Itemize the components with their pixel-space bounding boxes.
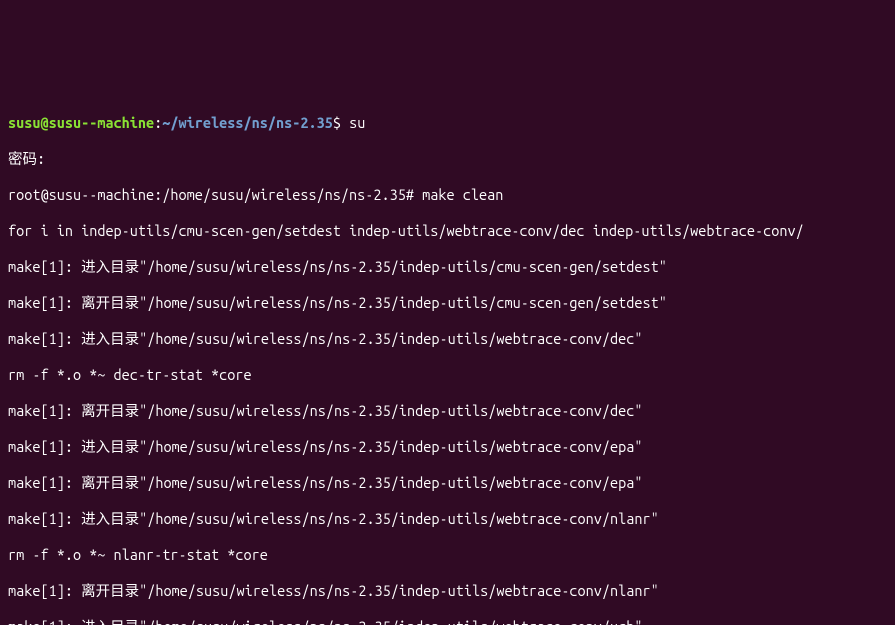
output-line: make[1]: 离开目录"/home/susu/wireless/ns/ns-… [8,402,887,420]
terminal[interactable]: susu@susu--machine:~/wireless/ns/ns-2.35… [0,90,895,625]
output-line: make[1]: 离开目录"/home/susu/wireless/ns/ns-… [8,294,887,312]
output-line: make[1]: 进入目录"/home/susu/wireless/ns/ns-… [8,258,887,276]
output-line: 密码: [8,150,887,168]
output-line: make[1]: 离开目录"/home/susu/wireless/ns/ns-… [8,474,887,492]
output-line: make[1]: 进入目录"/home/susu/wireless/ns/ns-… [8,618,887,625]
output-line: root@susu--machine:/home/susu/wireless/n… [8,186,887,204]
output-line: make[1]: 离开目录"/home/susu/wireless/ns/ns-… [8,582,887,600]
output-line: make[1]: 进入目录"/home/susu/wireless/ns/ns-… [8,438,887,456]
output-line: rm -f *.o *~ dec-tr-stat *core [8,366,887,384]
prompt-cwd: ~/wireless/ns/ns-2.35 [162,114,333,131]
prompt-user-host: susu@susu--machine [8,114,154,131]
prompt-line: susu@susu--machine:~/wireless/ns/ns-2.35… [8,114,887,132]
output-line: make[1]: 进入目录"/home/susu/wireless/ns/ns-… [8,510,887,528]
output-line: make[1]: 进入目录"/home/susu/wireless/ns/ns-… [8,330,887,348]
command-input[interactable]: su [349,114,365,131]
prompt-dollar: $ [333,114,349,131]
output-line: for i in indep-utils/cmu-scen-gen/setdes… [8,222,887,240]
output-line: rm -f *.o *~ nlanr-tr-stat *core [8,546,887,564]
